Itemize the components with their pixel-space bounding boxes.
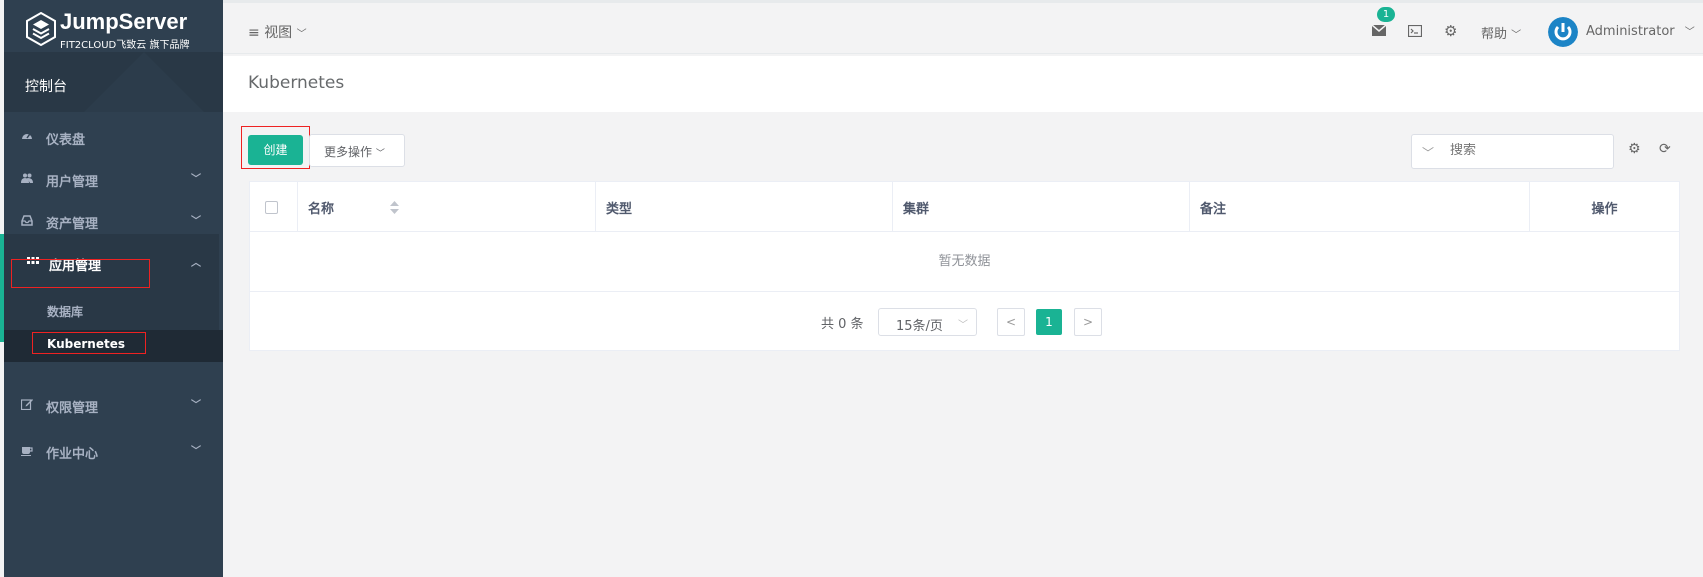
page-size-select[interactable]: 15条/页 ﹀ [878, 308, 977, 336]
console-header[interactable]: 控制台 [4, 52, 223, 112]
console-label: 控制台 [25, 79, 67, 95]
chevron-down-icon: ﹀ [1684, 27, 1695, 38]
select-all-checkbox[interactable] [265, 201, 278, 214]
sidebar-subitem-label: 数据库 [47, 305, 84, 319]
refresh-icon[interactable]: ⟳ [1659, 141, 1671, 157]
column-header-label: 类型 [606, 202, 633, 217]
column-header-actions: 操作 [1530, 182, 1679, 232]
chevron-down-icon: ﹀ [296, 29, 307, 40]
coffee-icon [21, 447, 33, 456]
avatar[interactable] [1548, 17, 1578, 47]
logo-title: JumpServer [60, 9, 188, 34]
column-header-label: 集群 [903, 202, 930, 217]
chevron-down-icon: ﹀ [375, 149, 385, 159]
help-menu[interactable]: 帮助 ﹀ [1481, 23, 1521, 42]
page-number[interactable]: 1 [1036, 309, 1062, 335]
chevron-down-icon: ﹀ [191, 174, 201, 185]
highlight-box [11, 259, 150, 288]
sidebar-item-permissions[interactable]: 权限管理 ﹀ [4, 384, 223, 426]
logo[interactable]: JumpServer FIT2CLOUD飞致云 旗下品牌 [4, 0, 223, 52]
sidebar-item-label: 用户管理 [46, 175, 99, 190]
highlight-box [32, 332, 146, 354]
column-header-label: 名称 [308, 202, 335, 217]
page-header: Kubernetes [223, 56, 1703, 112]
search-box[interactable]: ﹀ [1411, 134, 1614, 169]
chevron-down-icon: ﹀ [1511, 30, 1522, 41]
jumpserver-logo-icon [26, 12, 56, 46]
column-header-comment: 备注 [1190, 182, 1530, 232]
sidebar-item-label: 仪表盘 [46, 133, 86, 148]
pagination: 共 0 条 15条/页 ﹀ < 1 > [250, 292, 1679, 352]
chevron-down-icon: ﹀ [958, 320, 968, 331]
sidebar-item-label: 权限管理 [46, 401, 99, 416]
column-header-type: 类型 [596, 182, 893, 232]
dashboard-icon [22, 134, 32, 139]
page-title: Kubernetes [248, 73, 345, 93]
empty-state: 暂无数据 [250, 232, 1679, 292]
chevron-down-icon[interactable]: ﹀ [1422, 144, 1434, 161]
create-button[interactable]: 创建 [248, 135, 303, 165]
sidebar-item-jobs[interactable]: 作业中心 ﹀ [4, 430, 223, 472]
sort-icon[interactable] [390, 201, 399, 214]
prev-page-button[interactable]: < [997, 308, 1025, 336]
pagination-total: 共 0 条 [821, 317, 864, 332]
users-icon [21, 173, 33, 183]
sidebar-item-dashboard[interactable]: 仪表盘 [4, 116, 223, 158]
terminal-icon[interactable] [1408, 25, 1422, 37]
chevron-down-icon: ﹀ [191, 216, 201, 227]
inbox-icon [21, 215, 33, 226]
edit-icon [21, 399, 33, 410]
data-table: 名称 类型 集群 备注 操作 暂无数据 共 0 条 15条/页 ﹀ < 1 > [249, 181, 1680, 351]
page-size-value: 15条/页 [896, 319, 943, 334]
mail-icon[interactable] [1372, 25, 1386, 36]
user-menu[interactable]: Administrator ﹀ [1586, 23, 1695, 39]
chevron-down-icon: ﹀ [191, 446, 201, 457]
sidebar-item-label: 作业中心 [46, 447, 99, 462]
sidebar-item-users[interactable]: 用户管理 ﹀ [4, 158, 223, 200]
search-input[interactable] [1450, 143, 1600, 158]
help-label: 帮助 [1481, 27, 1508, 42]
settings-icon[interactable]: ⚙ [1628, 141, 1641, 157]
more-actions-button[interactable]: 更多操作 ﹀ [309, 134, 405, 167]
column-header-cluster: 集群 [893, 182, 1190, 232]
next-page-button[interactable]: > [1074, 308, 1102, 336]
column-header-label: 备注 [1200, 202, 1227, 217]
column-header-name[interactable]: 名称 [298, 182, 596, 232]
logo-subtitle: FIT2CLOUD飞致云 旗下品牌 [60, 40, 190, 51]
sidebar-subitem-database[interactable]: 数据库 [4, 297, 223, 325]
chevron-up-icon: ︿ [191, 258, 201, 269]
settings-icon[interactable]: ⚙ [1444, 22, 1457, 40]
view-label: 视图 [264, 25, 293, 41]
more-actions-label: 更多操作 [324, 145, 373, 159]
view-menu[interactable]: ≡ 视图 ﹀ [248, 22, 307, 42]
column-header-label: 操作 [1591, 202, 1618, 217]
table-header: 名称 类型 集群 备注 操作 [250, 182, 1679, 232]
sidebar-item-label: 资产管理 [46, 217, 99, 232]
select-all-cell [250, 182, 298, 232]
notification-badge: 1 [1377, 7, 1395, 22]
hamburger-icon: ≡ [248, 25, 260, 41]
chevron-down-icon: ﹀ [191, 400, 201, 411]
user-name: Administrator [1586, 24, 1675, 39]
